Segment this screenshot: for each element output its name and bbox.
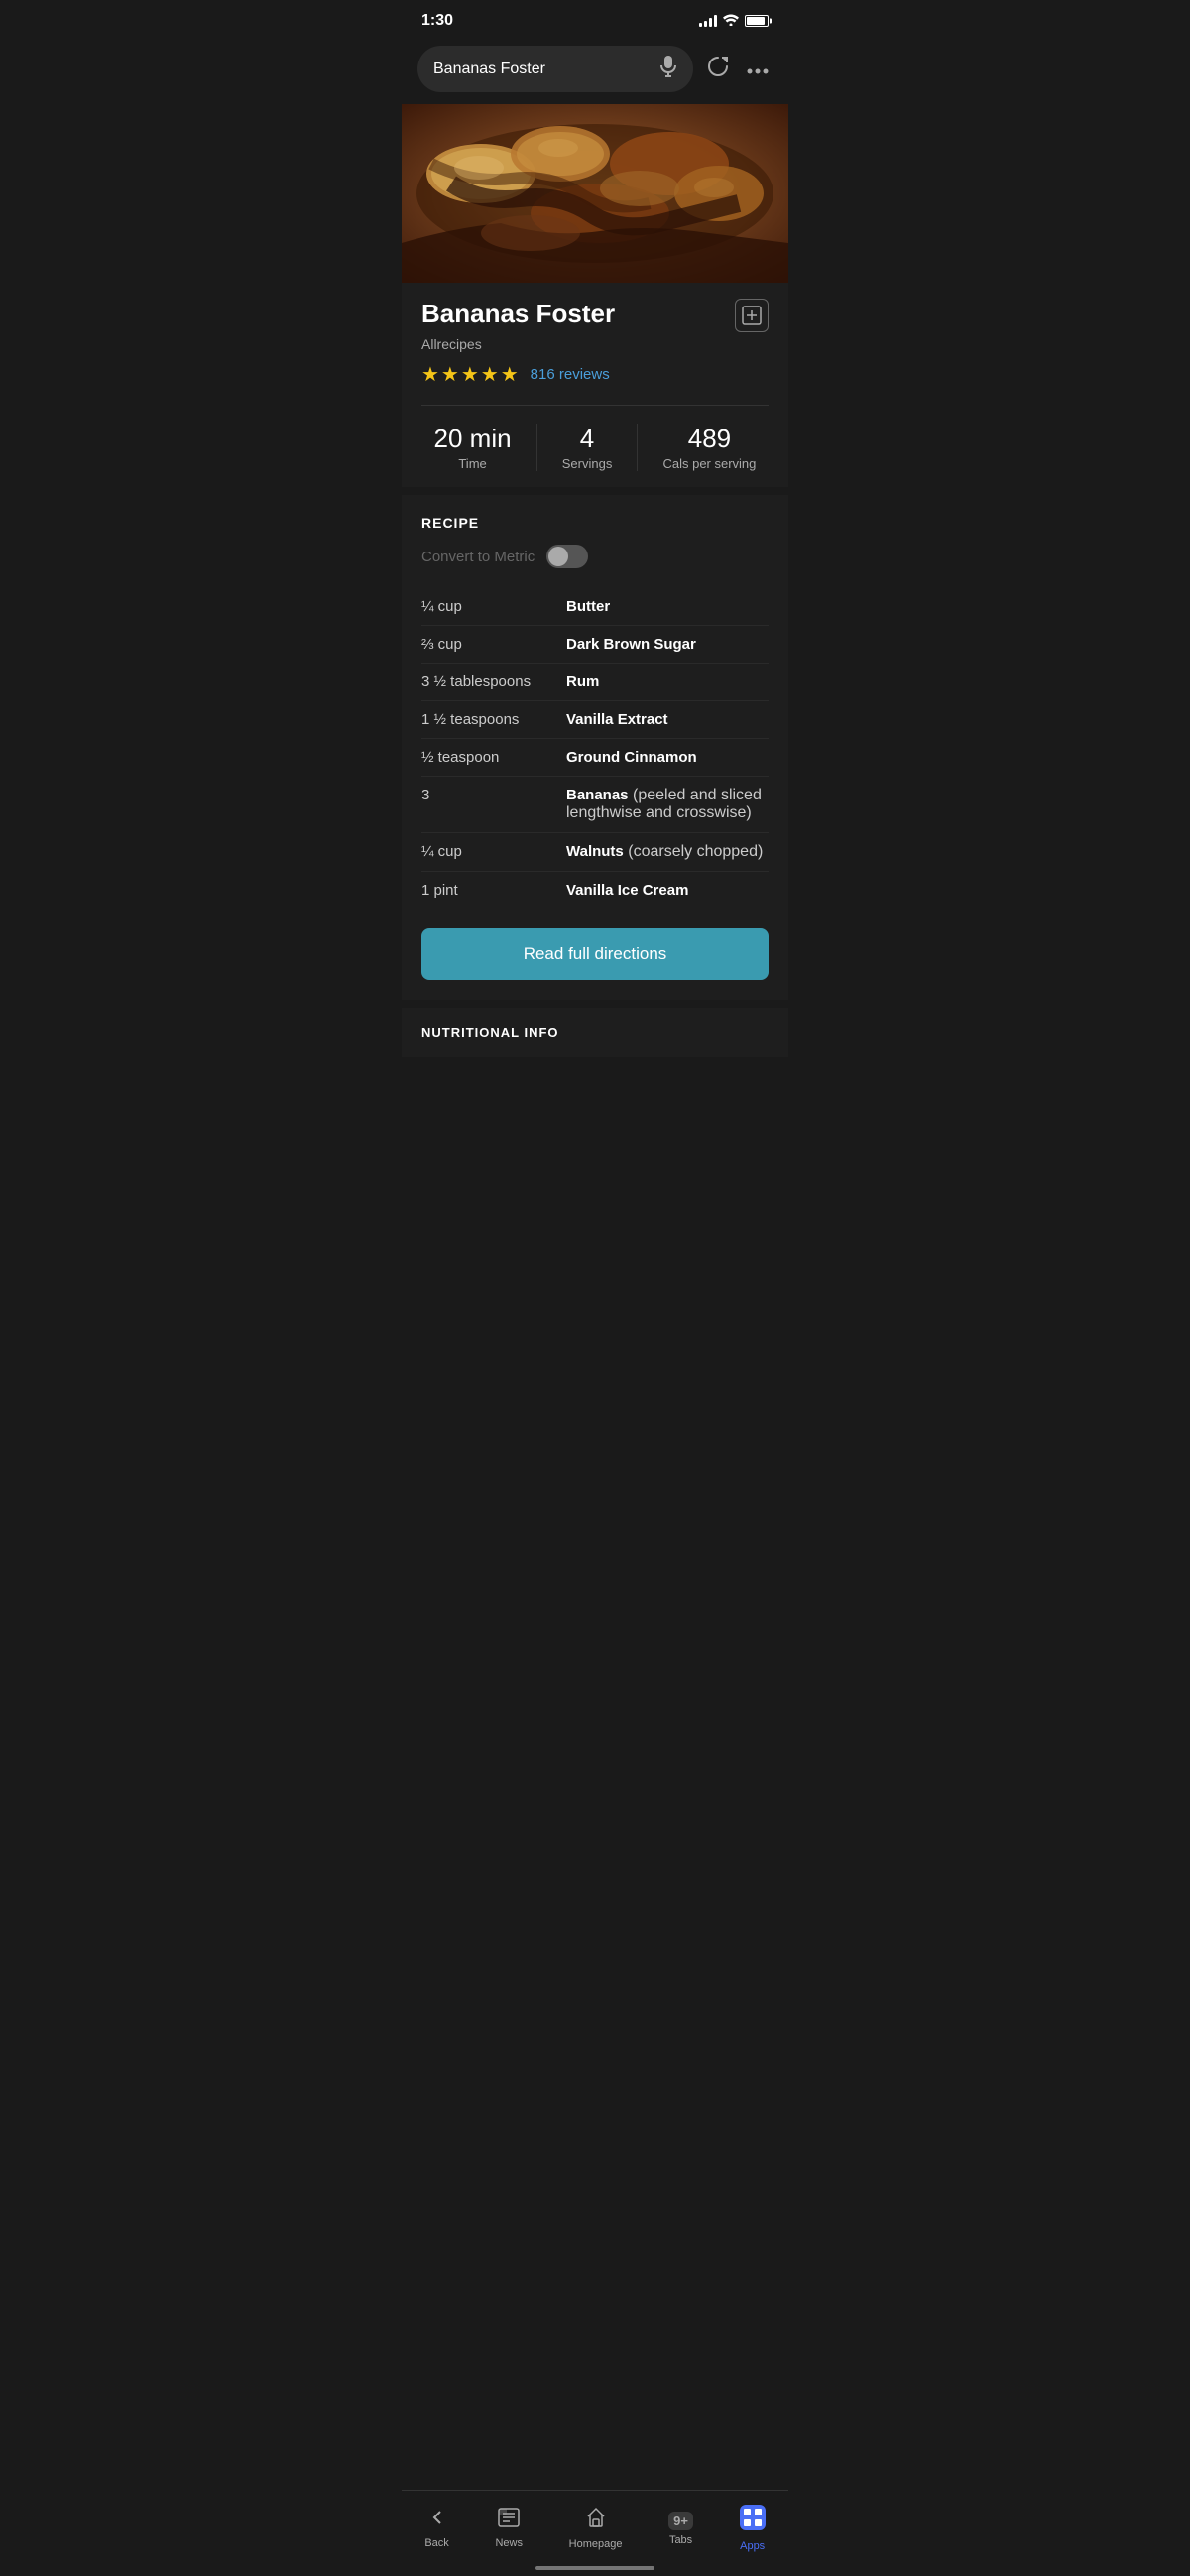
star-rating: ★★★★★ (421, 362, 521, 387)
metric-toggle-label: Convert to Metric (421, 549, 535, 565)
stat-divider-2 (637, 424, 638, 471)
status-bar: 1:30 (402, 0, 788, 38)
recipe-title: Bananas Foster (421, 299, 615, 329)
ingredient-amount: ¼ cup (421, 843, 550, 860)
nutritional-title: NUTRITIONAL INFO (421, 1025, 559, 1040)
tabs-badge: 9+ (668, 2512, 693, 2530)
nav-homepage-label: Homepage (569, 2538, 623, 2550)
home-indicator (536, 2566, 654, 2570)
ingredient-amount: ½ teaspoon (421, 749, 550, 766)
battery-icon (745, 15, 769, 27)
read-directions-button[interactable]: Read full directions (421, 928, 769, 980)
ingredient-name: Walnuts (566, 843, 624, 860)
recipe-source: Allrecipes (421, 336, 769, 352)
nav-back[interactable]: Back (409, 2504, 464, 2553)
metric-toggle-row: Convert to Metric (421, 545, 769, 568)
stat-time-label: Time (434, 456, 512, 471)
ingredient-row: 3 ½ tablespoons Rum (421, 664, 769, 701)
rating-row: ★★★★★ 816 reviews (421, 362, 769, 387)
ingredient-name-complex: Bananas (peeled and sliced lengthwise an… (566, 787, 769, 822)
ingredient-row: ½ teaspoon Ground Cinnamon (421, 739, 769, 777)
ingredient-name: Ground Cinnamon (566, 749, 697, 766)
ingredient-row: ¼ cup Butter (421, 588, 769, 626)
ingredient-name-complex: Walnuts (coarsely chopped) (566, 843, 763, 861)
homepage-icon (585, 2507, 607, 2534)
search-input-wrapper[interactable]: Bananas Foster (417, 46, 693, 92)
ingredient-name: Butter (566, 598, 610, 615)
wifi-icon (723, 14, 739, 29)
ingredient-row: 1 pint Vanilla Ice Cream (421, 872, 769, 909)
ingredient-row: 3 Bananas (peeled and sliced lengthwise … (421, 777, 769, 833)
stat-cals: 489 Cals per serving (662, 424, 756, 471)
stat-cals-label: Cals per serving (662, 456, 756, 471)
ingredient-note: (coarsely chopped) (628, 843, 763, 860)
ingredient-name: Dark Brown Sugar (566, 636, 696, 653)
stat-servings: 4 Servings (562, 424, 613, 471)
status-time: 1:30 (421, 12, 453, 30)
toggle-thumb (548, 547, 568, 566)
ingredient-row: 1 ½ teaspoons Vanilla Extract (421, 701, 769, 739)
stat-time: 20 min Time (434, 424, 512, 471)
bottom-nav: Back News Homepage 9+ Tabs (402, 2490, 788, 2576)
stat-time-value: 20 min (434, 424, 512, 454)
nav-homepage[interactable]: Homepage (553, 2503, 639, 2554)
ingredient-amount: ⅔ cup (421, 636, 550, 653)
nutritional-section: NUTRITIONAL INFO (402, 1008, 788, 1057)
more-options-button[interactable] (743, 54, 773, 84)
signal-icon (699, 15, 717, 27)
stat-cals-value: 489 (662, 424, 756, 454)
stats-row: 20 min Time 4 Servings 489 Cals per serv… (421, 405, 769, 471)
ingredient-amount: 3 ½ tablespoons (421, 674, 550, 690)
nav-tabs-label: Tabs (669, 2534, 692, 2546)
ingredient-name: Rum (566, 674, 599, 690)
refresh-button[interactable] (703, 52, 733, 87)
ingredient-amount: ¼ cup (421, 598, 550, 615)
ingredient-row: ¼ cup Walnuts (coarsely chopped) (421, 833, 769, 872)
ingredient-row: ⅔ cup Dark Brown Sugar (421, 626, 769, 664)
stat-divider-1 (536, 424, 537, 471)
nav-apps-label: Apps (740, 2540, 765, 2552)
add-recipe-button[interactable] (735, 299, 769, 332)
nav-apps[interactable]: Apps (724, 2501, 781, 2556)
ingredient-name: Vanilla Extract (566, 711, 668, 728)
recipe-image (402, 104, 788, 283)
recipe-section-title: RECIPE (421, 515, 769, 531)
nav-news-label: News (495, 2537, 523, 2549)
metric-toggle-switch[interactable] (546, 545, 588, 568)
mic-icon[interactable] (659, 56, 677, 82)
ingredient-name: Bananas (566, 787, 629, 803)
recipe-info: Bananas Foster Allrecipes ★★★★★ 816 revi… (402, 283, 788, 487)
recipe-section: RECIPE Convert to Metric ¼ cup Butter ⅔ … (402, 495, 788, 1000)
nav-news[interactable]: News (479, 2504, 538, 2553)
stat-servings-label: Servings (562, 456, 613, 471)
nav-back-label: Back (424, 2537, 448, 2549)
stat-servings-value: 4 (562, 424, 613, 454)
status-icons (699, 14, 769, 29)
ingredient-amount: 1 ½ teaspoons (421, 711, 550, 728)
review-count[interactable]: 816 reviews (531, 366, 610, 383)
apps-icon (740, 2505, 766, 2536)
nav-tabs[interactable]: 9+ Tabs (653, 2508, 709, 2550)
search-input[interactable]: Bananas Foster (433, 61, 652, 78)
ingredient-name: Vanilla Ice Cream (566, 882, 688, 899)
back-icon (427, 2508, 447, 2533)
ingredient-amount: 3 (421, 787, 550, 803)
ingredient-amount: 1 pint (421, 882, 550, 899)
recipe-title-row: Bananas Foster (421, 299, 769, 332)
news-icon (498, 2508, 520, 2533)
search-bar-container: Bananas Foster (402, 38, 788, 104)
